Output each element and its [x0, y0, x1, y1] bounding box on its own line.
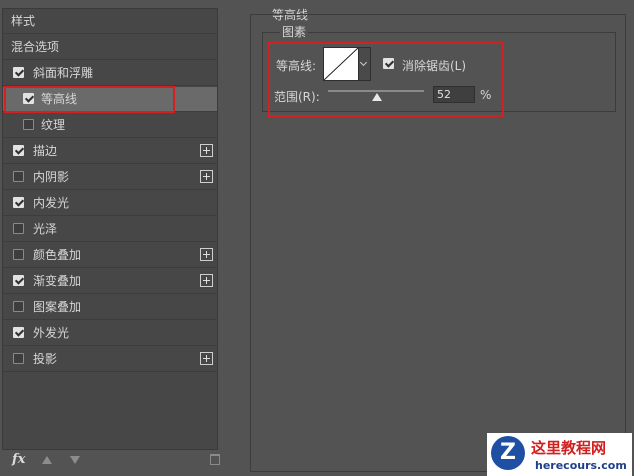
style-item-checkbox[interactable] — [13, 223, 24, 234]
style-item-checkbox[interactable] — [13, 67, 24, 78]
style-item-0[interactable]: 混合选项 — [3, 35, 217, 60]
style-item-label: 光泽 — [33, 222, 58, 236]
style-item-6[interactable]: 内发光 — [3, 191, 217, 216]
style-item-7[interactable]: 光泽 — [3, 217, 217, 242]
styles-header: 样式 — [3, 9, 217, 34]
style-item-label: 描边 — [33, 144, 58, 158]
style-item-checkbox[interactable] — [13, 275, 24, 286]
add-effect-icon[interactable] — [200, 248, 213, 261]
style-item-12[interactable]: 投影 — [3, 347, 217, 372]
style-item-label: 内阴影 — [33, 170, 70, 184]
add-effect-icon[interactable] — [200, 144, 213, 157]
style-item-1[interactable]: 斜面和浮雕 — [3, 61, 217, 86]
style-item-checkbox[interactable] — [13, 353, 24, 364]
style-item-label: 斜面和浮雕 — [33, 66, 94, 80]
style-item-checkbox[interactable] — [23, 119, 34, 130]
style-item-10[interactable]: 图案叠加 — [3, 295, 217, 320]
styles-list: 样式 混合选项 斜面和浮雕 等高线 纹理 描边 内阴影 内发光 光泽 颜色叠加 渐变叠加 图案叠加外… — [2, 8, 218, 450]
fx-button[interactable]: fx — [12, 452, 25, 467]
add-effect-icon[interactable] — [200, 274, 213, 287]
style-item-8[interactable]: 颜色叠加 — [3, 243, 217, 268]
style-item-11[interactable]: 外发光 — [3, 321, 217, 346]
style-item-label: 颜色叠加 — [33, 248, 82, 262]
style-item-checkbox[interactable] — [13, 301, 24, 312]
style-item-checkbox[interactable] — [13, 249, 24, 260]
style-item-checkbox[interactable] — [13, 327, 24, 338]
elements-title: 图素 — [280, 23, 309, 40]
add-effect-icon[interactable] — [200, 352, 213, 365]
move-down-icon[interactable] — [70, 456, 80, 464]
style-item-label: 外发光 — [33, 326, 70, 340]
move-up-icon[interactable] — [42, 456, 52, 464]
style-item-label: 混合选项 — [11, 40, 60, 54]
style-item-checkbox[interactable] — [13, 171, 24, 182]
style-item-label: 纹理 — [41, 118, 66, 132]
add-effect-icon[interactable] — [200, 170, 213, 183]
styles-toolbar: fx — [2, 450, 220, 472]
style-item-4[interactable]: 描边 — [3, 139, 217, 164]
highlight-contour-settings — [268, 42, 504, 117]
trash-icon[interactable] — [210, 454, 220, 465]
style-item-label: 投影 — [33, 352, 58, 366]
style-item-label: 图案叠加 — [33, 300, 82, 314]
style-item-checkbox[interactable] — [13, 145, 24, 156]
watermark-title: 这里教程网 — [531, 439, 607, 457]
style-item-label: 内发光 — [33, 196, 70, 210]
watermark-logo: Z — [491, 436, 525, 470]
watermark: Z 这里教程网 herecours.com — [487, 433, 632, 476]
style-item-5[interactable]: 内阴影 — [3, 165, 217, 190]
style-item-9[interactable]: 渐变叠加 — [3, 269, 217, 294]
style-item-checkbox[interactable] — [13, 197, 24, 208]
watermark-url: herecours.com — [535, 459, 627, 472]
style-item-label: 渐变叠加 — [33, 274, 82, 288]
highlight-selected-item — [4, 86, 175, 113]
style-item-3[interactable]: 纹理 — [3, 113, 217, 138]
